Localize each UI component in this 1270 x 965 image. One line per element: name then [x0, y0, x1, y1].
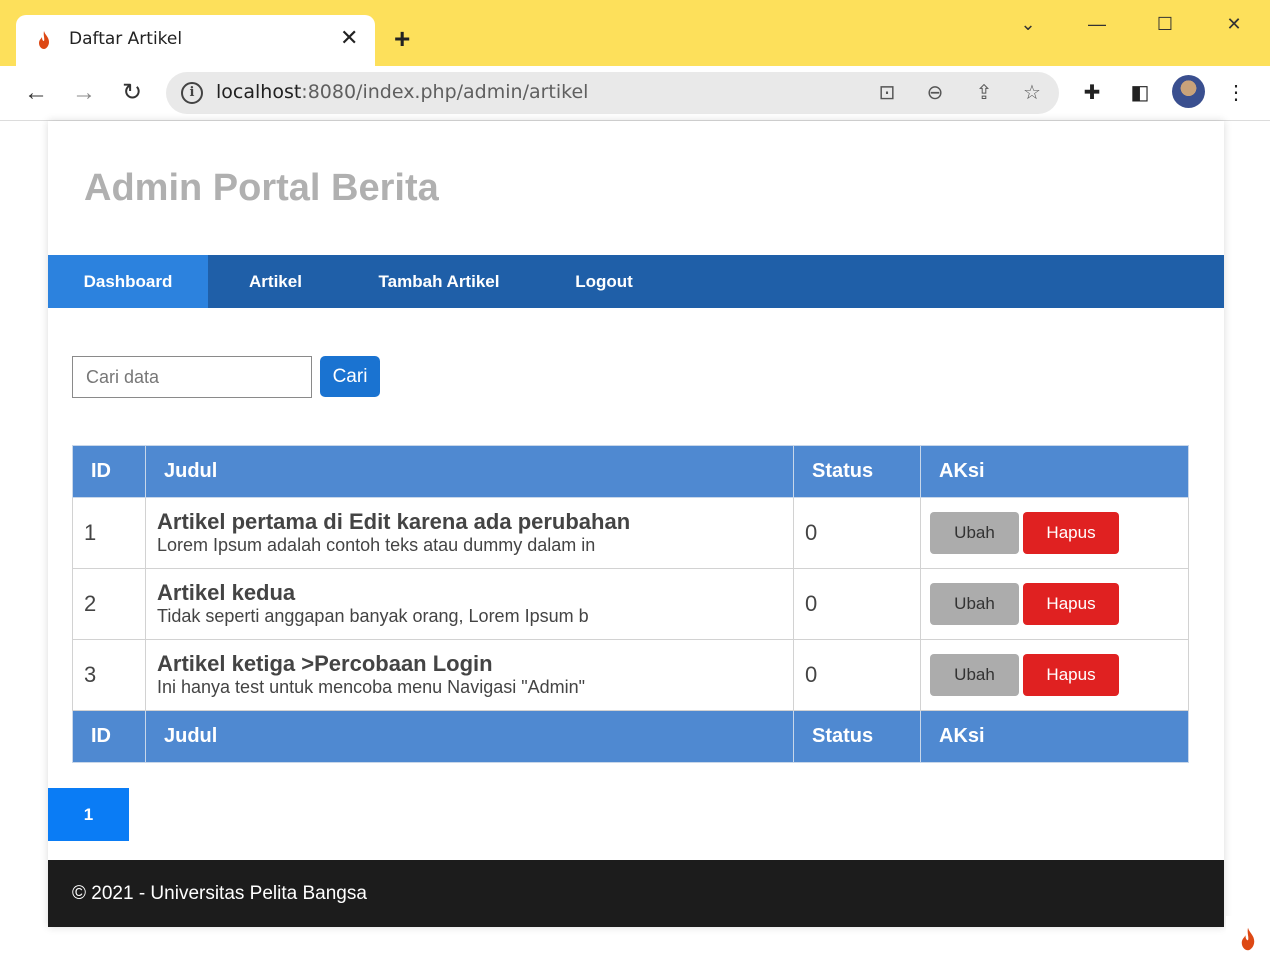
delete-button[interactable]: Hapus: [1023, 512, 1119, 554]
search-input[interactable]: Cari data: [72, 356, 312, 398]
delete-button[interactable]: Hapus: [1023, 583, 1119, 625]
cell-aksi: Ubah Hapus: [920, 639, 1189, 711]
site-title: Admin Portal Berita: [84, 167, 439, 209]
codeigniter-flame-icon: [39, 31, 49, 49]
cell-id: 2: [72, 568, 146, 640]
browser-tab-bar: Daftar Artikel ✕ + ⌄ — ☐ ✕: [0, 0, 1270, 66]
footer-header-status: Status: [793, 710, 921, 763]
cell-status: 0: [793, 497, 921, 569]
header-status: Status: [793, 445, 921, 498]
article-excerpt: Lorem Ipsum adalah contoh teks atau dumm…: [157, 535, 596, 555]
search-button[interactable]: Cari: [320, 356, 380, 397]
translate-icon[interactable]: ⊡: [874, 80, 900, 106]
header-judul: Judul: [145, 445, 794, 498]
bookmark-star-icon[interactable]: ☆: [1019, 80, 1045, 106]
extensions-icon[interactable]: ✚: [1078, 79, 1106, 107]
nav-item-logout[interactable]: Logout: [535, 255, 673, 308]
debug-toolbar-toggle[interactable]: [1226, 916, 1270, 962]
menu-kebab-icon[interactable]: ⋮: [1222, 79, 1250, 107]
codeigniter-flame-icon: [1241, 927, 1255, 951]
maximize-icon[interactable]: ☐: [1153, 12, 1177, 36]
table-row: 3 Artikel ketiga >Percobaan Login Ini ha…: [72, 639, 1189, 711]
new-tab-icon[interactable]: +: [394, 25, 410, 53]
nav-item-artikel[interactable]: Artikel: [208, 255, 343, 308]
page-footer: © 2021 - Universitas Pelita Bangsa: [48, 860, 1224, 927]
table-header-row: ID Judul Status AKsi: [72, 445, 1189, 498]
browser-toolbar: ← → ↻ i localhost:8080/index.php/admin/a…: [0, 66, 1270, 121]
side-panel-icon[interactable]: ◧: [1126, 79, 1154, 107]
article-title: Artikel kedua: [157, 580, 296, 605]
cell-aksi: Ubah Hapus: [920, 497, 1189, 569]
footer-header-id: ID: [72, 710, 146, 763]
tab-title: Daftar Artikel: [69, 29, 183, 49]
reload-icon[interactable]: ↻: [117, 78, 147, 108]
forward-icon[interactable]: →: [69, 78, 99, 108]
article-excerpt: Ini hanya test untuk mencoba menu Naviga…: [157, 677, 586, 697]
cell-id: 1: [72, 497, 146, 569]
cell-id: 3: [72, 639, 146, 711]
nav-item-dashboard[interactable]: Dashboard: [48, 255, 208, 308]
profile-avatar[interactable]: [1172, 75, 1205, 108]
edit-button[interactable]: Ubah: [930, 583, 1019, 625]
browser-tab[interactable]: Daftar Artikel ✕: [16, 15, 375, 66]
cell-status: 0: [793, 568, 921, 640]
zoom-out-icon[interactable]: ⊖: [922, 80, 948, 106]
pagination-page-1[interactable]: 1: [48, 788, 129, 841]
nav-item-tambah-artikel[interactable]: Tambah Artikel: [343, 255, 535, 308]
cell-judul: Artikel ketiga >Percobaan Login Ini hany…: [145, 639, 794, 711]
cell-judul: Artikel kedua Tidak seperti anggapan ban…: [145, 568, 794, 640]
back-icon[interactable]: ←: [21, 78, 51, 108]
page-container: Admin Portal Berita Dashboard Artikel Ta…: [48, 121, 1224, 927]
cell-judul: Artikel pertama di Edit karena ada perub…: [145, 497, 794, 569]
article-excerpt: Tidak seperti anggapan banyak orang, Lor…: [157, 606, 589, 626]
article-title: Artikel pertama di Edit karena ada perub…: [157, 509, 631, 534]
edit-button[interactable]: Ubah: [930, 512, 1019, 554]
header-aksi: AKsi: [920, 445, 1189, 498]
articles-table: ID Judul Status AKsi 1 Artikel pertama d…: [72, 445, 1189, 763]
delete-button[interactable]: Hapus: [1023, 654, 1119, 696]
share-icon[interactable]: ⇪: [971, 80, 997, 106]
url-text[interactable]: localhost:8080/index.php/admin/artikel: [216, 81, 588, 103]
tab-search-chevron-icon[interactable]: ⌄: [1016, 12, 1040, 36]
site-info-icon[interactable]: i: [181, 82, 203, 104]
footer-header-judul: Judul: [145, 710, 794, 763]
cell-status: 0: [793, 639, 921, 711]
tab-close-icon[interactable]: ✕: [340, 27, 358, 49]
address-bar[interactable]: i localhost:8080/index.php/admin/artikel…: [166, 72, 1059, 114]
main-navbar: Dashboard Artikel Tambah Artikel Logout: [48, 255, 1224, 308]
table-row: 1 Artikel pertama di Edit karena ada per…: [72, 497, 1189, 569]
header-id: ID: [72, 445, 146, 498]
footer-header-aksi: AKsi: [920, 710, 1189, 763]
article-title: Artikel ketiga >Percobaan Login: [157, 651, 493, 676]
table-row: 2 Artikel kedua Tidak seperti anggapan b…: [72, 568, 1189, 640]
cell-aksi: Ubah Hapus: [920, 568, 1189, 640]
edit-button[interactable]: Ubah: [930, 654, 1019, 696]
table-footer-row: ID Judul Status AKsi: [72, 710, 1189, 763]
window-close-icon[interactable]: ✕: [1222, 12, 1246, 36]
minimize-icon[interactable]: —: [1085, 12, 1109, 36]
